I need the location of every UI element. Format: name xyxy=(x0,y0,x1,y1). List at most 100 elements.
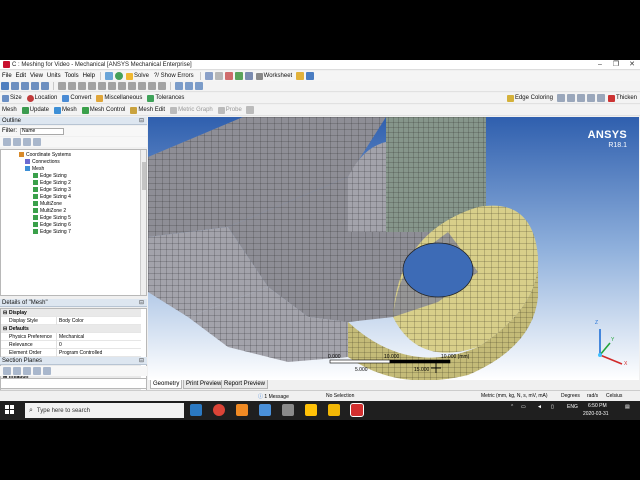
image-capture-icon[interactable] xyxy=(204,72,213,80)
ansys-mechanical-icon[interactable] xyxy=(328,404,340,416)
box-zoom-icon[interactable] xyxy=(88,82,96,90)
mesh-model[interactable] xyxy=(148,117,639,380)
show-errors-button[interactable]: ?/ Show Errors xyxy=(152,72,196,81)
wizard-icon[interactable] xyxy=(296,72,305,80)
notifications-icon[interactable]: ▤ xyxy=(625,404,630,410)
show-whole-elements-icon[interactable] xyxy=(33,367,41,375)
previous-view-icon[interactable] xyxy=(118,82,126,90)
size-button[interactable]: Size xyxy=(0,94,24,103)
delete-section-plane-icon[interactable] xyxy=(23,367,31,375)
vlc-icon[interactable] xyxy=(236,404,248,416)
graphics-viewport[interactable]: ANSYS R18.1 0.000 10.000 10.000 (mm) 5.0… xyxy=(148,117,639,380)
app-icon[interactable] xyxy=(282,404,294,416)
tree-node[interactable]: Edge Sizing xyxy=(33,172,67,179)
zoom-icon[interactable] xyxy=(78,82,86,90)
metric-graph-button[interactable]: Metric Graph xyxy=(168,106,215,115)
tab-print-preview[interactable]: Print Preview xyxy=(183,380,225,389)
tree-node[interactable]: MultiZone 2 xyxy=(33,207,66,214)
delete-icon[interactable] xyxy=(224,72,233,80)
select-mode-icon[interactable] xyxy=(1,82,9,90)
thicken-button[interactable]: Thicken xyxy=(606,94,639,103)
rate-units-status[interactable]: rad/s xyxy=(587,393,598,399)
property-value[interactable]: 0 xyxy=(56,340,62,349)
menu-tools[interactable]: Tools xyxy=(63,73,81,79)
tree-node[interactable]: Connections xyxy=(25,158,60,165)
windows-start-icon[interactable] xyxy=(5,405,15,415)
rotate-icon[interactable] xyxy=(58,82,66,90)
tree-node[interactable]: Mesh xyxy=(25,165,44,172)
pin-icon[interactable]: ⊟ xyxy=(139,299,144,307)
expander-icon[interactable]: ⊟ xyxy=(3,326,7,332)
zoom-to-fit-icon[interactable] xyxy=(98,82,106,90)
isometric-view-icon[interactable] xyxy=(138,82,146,90)
set-view-icon[interactable] xyxy=(148,82,156,90)
pin-icon[interactable] xyxy=(306,72,315,80)
selection-info-icon[interactable] xyxy=(175,82,183,90)
battery-icon[interactable]: ▯ xyxy=(551,404,554,410)
minimize-button[interactable]: – xyxy=(592,60,608,70)
search-tree-icon[interactable] xyxy=(23,138,31,146)
units-status[interactable]: Metric (mm, kg, N, s, mV, mA) xyxy=(481,393,547,399)
app-icon[interactable] xyxy=(259,404,271,416)
tree-node[interactable]: Edge Sizing 6 xyxy=(33,221,71,228)
ansys-workbench-icon[interactable] xyxy=(305,404,317,416)
expander-icon[interactable]: ⊟ xyxy=(3,310,7,316)
viewports-icon[interactable] xyxy=(158,82,166,90)
edge-coloring-button[interactable]: Edge Coloring xyxy=(505,94,555,103)
details-property[interactable]: Physics Preference Mechanical xyxy=(1,332,141,341)
miscellaneous-button[interactable]: Miscellaneous xyxy=(94,94,144,103)
vertex-select-icon[interactable] xyxy=(11,82,19,90)
tolerances-button[interactable]: Tolerances xyxy=(145,94,186,103)
tab-geometry[interactable]: Geometry xyxy=(150,380,183,389)
location-button[interactable]: Location xyxy=(25,94,60,103)
pin-icon[interactable]: ⊟ xyxy=(139,357,144,365)
convert-button[interactable]: Convert xyxy=(60,94,93,103)
probe-button[interactable]: Probe xyxy=(216,106,244,115)
menu-help[interactable]: Help xyxy=(81,73,97,79)
language-indicator[interactable]: ENG xyxy=(567,404,578,410)
update-button[interactable]: Update xyxy=(20,106,51,115)
section-plane-settings-icon[interactable] xyxy=(43,367,51,375)
active-app-icon[interactable] xyxy=(350,403,364,417)
more-tools-icon[interactable] xyxy=(245,106,254,114)
task-view-icon[interactable] xyxy=(190,404,202,416)
section-planes-list[interactable] xyxy=(0,378,147,389)
angle-units-status[interactable]: Degrees xyxy=(561,393,580,399)
mesh-menu-button[interactable]: Mesh xyxy=(52,106,79,115)
tab-report-preview[interactable]: Report Preview xyxy=(221,380,269,389)
tree-options-icon[interactable] xyxy=(33,138,41,146)
extend-selection-icon[interactable] xyxy=(195,82,203,90)
tree-node[interactable]: Edge Sizing 7 xyxy=(33,228,71,235)
body-select-icon[interactable] xyxy=(41,82,49,90)
clock-time[interactable]: 6:50 PM xyxy=(588,403,607,409)
details-property[interactable]: Display Style Body Color xyxy=(1,316,141,325)
expand-all-icon[interactable] xyxy=(3,138,11,146)
tree-node[interactable]: Edge Sizing 2 xyxy=(33,179,71,186)
messages-status[interactable]: ⓘ 1 Message xyxy=(258,393,289,400)
property-value[interactable]: Body Color xyxy=(56,316,84,325)
volume-icon[interactable]: ◄ xyxy=(537,404,542,410)
mesh-edit-button[interactable]: Mesh Edit xyxy=(128,106,167,115)
tree-node[interactable]: Coordinate Systems xyxy=(19,151,71,158)
next-view-icon[interactable] xyxy=(128,82,136,90)
network-icon[interactable]: ▭ xyxy=(521,404,526,410)
pan-icon[interactable] xyxy=(68,82,76,90)
tray-up-icon[interactable]: ⌃ xyxy=(510,404,514,410)
worksheet-button[interactable]: Worksheet xyxy=(254,72,295,81)
tree-node[interactable]: MultiZone xyxy=(33,200,62,207)
collapse-all-icon[interactable] xyxy=(13,138,21,146)
edge-display-icon[interactable] xyxy=(556,94,565,102)
menu-units[interactable]: Units xyxy=(45,73,63,79)
edit-section-plane-icon[interactable] xyxy=(13,367,21,375)
tree-node[interactable]: Edge Sizing 5 xyxy=(33,214,71,221)
menu-file[interactable]: File xyxy=(0,73,14,79)
named-selection-icon[interactable] xyxy=(185,82,193,90)
property-value[interactable]: Mechanical xyxy=(56,332,84,341)
new-analysis-icon[interactable] xyxy=(104,72,113,80)
tree-scrollbar[interactable] xyxy=(140,150,146,295)
chrome-icon[interactable] xyxy=(213,404,225,416)
tree-node[interactable]: Edge Sizing 3 xyxy=(33,186,71,193)
temperature-units-status[interactable]: Celsius xyxy=(606,393,622,399)
vertex-display-icon[interactable] xyxy=(586,94,595,102)
grid-icon[interactable] xyxy=(244,72,253,80)
